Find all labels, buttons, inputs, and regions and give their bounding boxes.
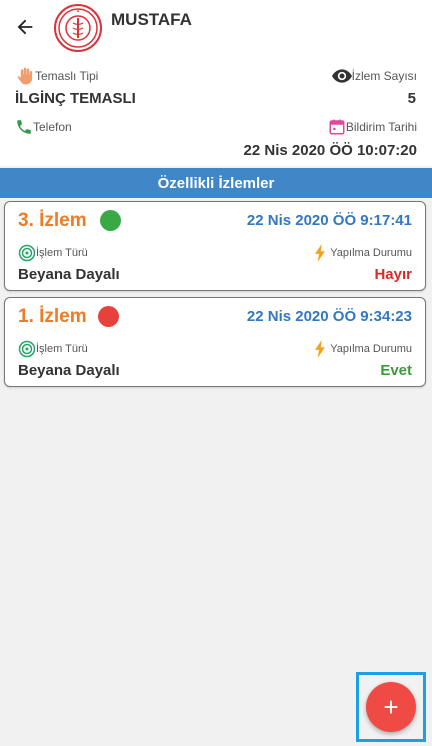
page-title: MUSTAFA — [111, 10, 192, 29]
done-status-label: Yapılma Durumu — [330, 343, 412, 355]
section-title: Özellikli İzlemler — [157, 174, 275, 192]
report-date-label-row: Bildirim Tarihi — [328, 118, 417, 136]
calendar-icon — [329, 119, 345, 135]
monitor-count-label: İzlem Sayısı — [351, 69, 417, 83]
process-type-label-row: İşlem Türü — [18, 340, 88, 358]
process-type-value: Beyana Dayalı — [18, 266, 120, 283]
status-dot-green — [100, 210, 121, 231]
monitor-title: 1. İzlem — [18, 306, 87, 327]
monitor-count-value: 5 — [407, 90, 416, 107]
status-dot-red — [98, 306, 119, 327]
report-date-label: Bildirim Tarihi — [345, 120, 417, 134]
radar-icon — [18, 244, 36, 262]
process-type-label: İşlem Türü — [36, 343, 88, 355]
process-type-label: İşlem Türü — [36, 247, 88, 259]
contact-type-label: Temaslı Tipi — [35, 69, 99, 83]
contact-type-label-row: Temaslı Tipi — [15, 66, 98, 86]
section-header: Özellikli İzlemler — [0, 168, 432, 198]
eye-icon — [331, 69, 352, 83]
monitor-title: 3. İzlem — [18, 210, 87, 231]
lightning-icon — [315, 340, 326, 358]
monitor-count-label-row: İzlem Sayısı — [331, 68, 417, 84]
ministry-logo — [54, 4, 102, 52]
monitor-date: 22 Nis 2020 ÖÖ 9:17:41 — [246, 212, 412, 229]
add-monitor-button[interactable]: + — [366, 682, 416, 732]
radar-icon — [18, 340, 36, 358]
hand-icon — [17, 67, 33, 85]
done-status-label: Yapılma Durumu — [330, 247, 412, 259]
plus-icon: + — [383, 692, 399, 722]
phone-label: Telefon — [33, 120, 72, 134]
done-status-value: Hayır — [374, 266, 412, 283]
back-button[interactable] — [12, 14, 38, 40]
contact-header: MUSTAFA Temaslı Tipi İLGİNÇ TEMASLI İzle… — [0, 0, 432, 166]
done-status-label-row: Yapılma Durumu — [313, 244, 412, 262]
done-status-label-row: Yapılma Durumu — [313, 340, 412, 358]
phone-label-row: Telefon — [15, 118, 72, 136]
phone-icon — [17, 120, 31, 134]
process-type-label-row: İşlem Türü — [18, 244, 88, 262]
monitor-card[interactable]: 1. İzlem 22 Nis 2020 ÖÖ 9:34:23 İşlem Tü… — [4, 297, 426, 387]
report-date-value: 22 Nis 2020 ÖÖ 10:07:20 — [243, 142, 417, 159]
done-status-value: Evet — [380, 362, 412, 379]
process-type-value: Beyana Dayalı — [18, 362, 120, 379]
lightning-icon — [315, 244, 326, 262]
arrow-left-icon — [17, 19, 33, 35]
contact-type-value: İLGİNÇ TEMASLI — [15, 90, 136, 107]
monitor-card[interactable]: 3. İzlem 22 Nis 2020 ÖÖ 9:17:41 İşlem Tü… — [4, 201, 426, 291]
monitor-date: 22 Nis 2020 ÖÖ 9:34:23 — [246, 308, 412, 325]
